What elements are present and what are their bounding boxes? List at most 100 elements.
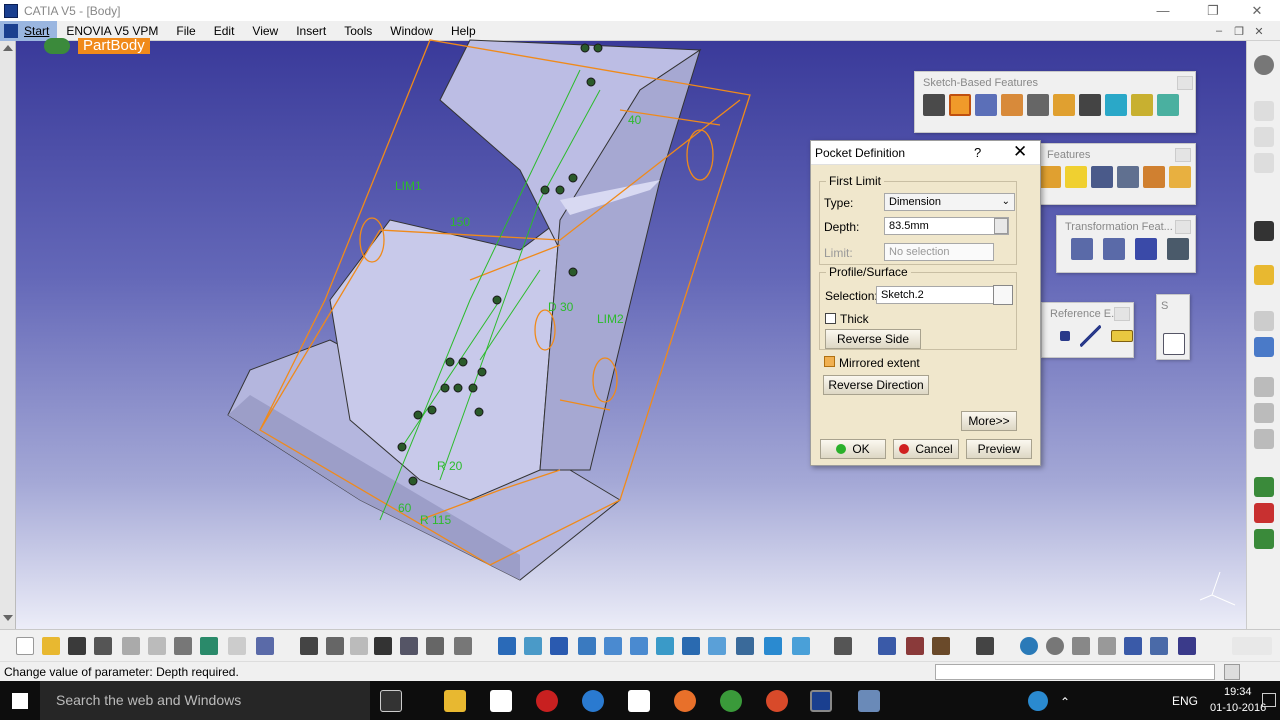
remove-loft-icon[interactable] <box>1157 94 1179 116</box>
help-tray-icon[interactable] <box>1028 691 1048 711</box>
clock-date[interactable]: 01-10-2016 <box>1210 702 1266 714</box>
body-mgmt-icon[interactable] <box>1124 637 1142 655</box>
thickness-icon[interactable] <box>1169 166 1191 188</box>
ok-button[interactable]: OK <box>820 439 886 459</box>
scroll-down-icon[interactable] <box>3 615 13 621</box>
point-icon[interactable] <box>1060 331 1070 341</box>
align-icon[interactable] <box>878 637 896 655</box>
depth-input[interactable]: 83.5mm <box>884 217 1009 235</box>
normal-view-icon[interactable] <box>656 637 674 655</box>
tree-root-partbody[interactable]: PartBody <box>78 38 150 54</box>
thick-checkbox[interactable] <box>825 313 836 324</box>
tray-icons[interactable]: ⌃ <box>1060 695 1070 709</box>
app-red-icon[interactable] <box>536 690 558 712</box>
fillet-side-icon[interactable] <box>1254 265 1274 285</box>
draft-icon[interactable] <box>1091 166 1113 188</box>
pad-icon[interactable] <box>923 94 945 116</box>
list-icon[interactable] <box>1178 637 1196 655</box>
clock-time[interactable]: 19:34 <box>1224 686 1252 698</box>
selection-field[interactable]: Sketch.2 <box>876 286 994 304</box>
select-arrow-icon[interactable] <box>1254 221 1274 241</box>
swap-space-icon[interactable] <box>792 637 810 655</box>
task-view-icon[interactable] <box>380 690 402 712</box>
document-icon[interactable] <box>628 690 650 712</box>
measure-between-icon[interactable] <box>834 637 852 655</box>
redo-icon[interactable] <box>228 637 246 655</box>
loft-icon[interactable] <box>1131 94 1153 116</box>
measure-icon[interactable] <box>1254 153 1274 173</box>
notifications-icon[interactable] <box>1262 693 1276 707</box>
taskbar-search[interactable]: Search the web and Windows <box>40 681 370 720</box>
iso-view-icon[interactable] <box>708 637 726 655</box>
ruler-icon[interactable] <box>1254 403 1274 423</box>
dialog-close-icon[interactable]: ✕ <box>1013 142 1027 162</box>
cut-icon[interactable] <box>122 637 140 655</box>
body-icon[interactable] <box>1254 311 1274 331</box>
mirrored-extent-checkbox[interactable] <box>824 356 835 367</box>
store-icon[interactable] <box>490 690 512 712</box>
sketch-edit-icon[interactable] <box>993 285 1013 305</box>
tool-icon[interactable] <box>1254 127 1274 147</box>
close-window-icon[interactable]: ✕ <box>1234 0 1280 21</box>
insert-body-icon[interactable] <box>1254 337 1274 357</box>
powerpoint-icon[interactable] <box>766 690 788 712</box>
reverse-side-button[interactable]: Reverse Side <box>825 329 921 349</box>
catalog-icon[interactable] <box>350 637 368 655</box>
shaft-icon[interactable] <box>975 94 997 116</box>
print-icon[interactable] <box>94 637 112 655</box>
constraint-icon[interactable] <box>426 637 444 655</box>
thread-icon[interactable] <box>1143 166 1165 188</box>
rib-icon[interactable] <box>1053 94 1075 116</box>
command-icon[interactable] <box>1224 664 1240 680</box>
paste-icon[interactable] <box>174 637 192 655</box>
firefox-icon[interactable] <box>674 690 696 712</box>
whats-this-icon[interactable] <box>256 637 274 655</box>
compass-icon[interactable] <box>906 637 924 655</box>
menu-window[interactable]: Window <box>381 21 442 41</box>
parameter-icon[interactable] <box>1098 637 1116 655</box>
abc-icon[interactable] <box>1254 377 1274 397</box>
hole-icon[interactable] <box>1027 94 1049 116</box>
tree-gear-icon[interactable] <box>44 38 70 54</box>
save-icon[interactable] <box>68 637 86 655</box>
tree-icon[interactable] <box>400 637 418 655</box>
left-scrollbar[interactable] <box>0 41 16 629</box>
minimize-icon[interactable]: — <box>1140 0 1186 21</box>
globe-icon[interactable] <box>1046 637 1064 655</box>
type-select[interactable]: Dimension ⌄ <box>884 193 1015 211</box>
toolbar-close-icon[interactable] <box>1177 76 1193 90</box>
scroll-up-icon[interactable] <box>3 45 13 51</box>
copy-icon[interactable] <box>148 637 166 655</box>
fly-icon[interactable] <box>498 637 516 655</box>
line-icon[interactable] <box>1079 325 1102 347</box>
catia-taskbar-icon[interactable] <box>810 690 832 712</box>
toolbar-close-icon[interactable] <box>1175 220 1191 234</box>
chrome-icon[interactable] <box>720 690 742 712</box>
cancel-button[interactable]: Cancel <box>893 439 959 459</box>
doc-close-icon[interactable]: ✕ <box>1250 21 1268 41</box>
restore-icon[interactable]: ❐ <box>1190 0 1236 21</box>
zoom-out-icon[interactable] <box>630 637 648 655</box>
pan-icon[interactable] <box>550 637 568 655</box>
scaling-icon[interactable] <box>1167 238 1189 260</box>
stiffener-icon[interactable] <box>1105 94 1127 116</box>
pocket-icon[interactable] <box>949 94 971 116</box>
formula-fx-icon[interactable] <box>300 637 318 655</box>
comment-icon[interactable] <box>326 637 344 655</box>
scissors-icon[interactable] <box>1150 637 1168 655</box>
refresh-icon[interactable] <box>1020 637 1038 655</box>
snipping-icon[interactable] <box>858 690 880 712</box>
snap-icon[interactable] <box>1254 101 1274 121</box>
analysis-icon[interactable] <box>1254 503 1274 523</box>
hide-show-icon[interactable] <box>764 637 782 655</box>
plane-sel-icon[interactable] <box>1072 637 1090 655</box>
capture-icon[interactable] <box>976 637 994 655</box>
doc-restore-icon[interactable]: ❐ <box>1230 21 1248 41</box>
menu-help[interactable]: Help <box>442 21 485 41</box>
fit-all-icon[interactable] <box>524 637 542 655</box>
toolbar-close-icon[interactable] <box>1114 307 1130 321</box>
open-icon[interactable] <box>42 637 60 655</box>
update-icon[interactable] <box>454 637 472 655</box>
shell-icon[interactable] <box>1117 166 1139 188</box>
edge-icon[interactable] <box>582 690 604 712</box>
